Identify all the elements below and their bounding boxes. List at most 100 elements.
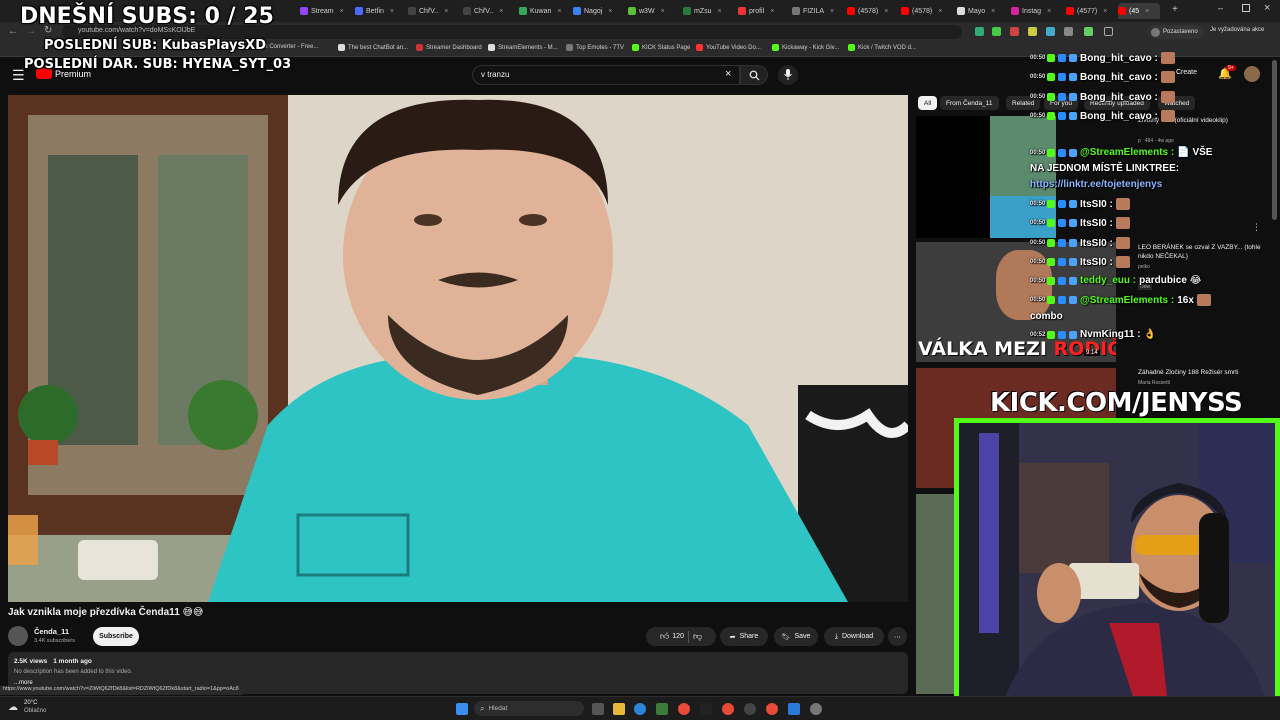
channel-avatar[interactable] (8, 626, 28, 646)
close-icon[interactable]: × (1103, 8, 1107, 15)
taskbar-search[interactable]: ⌕ Hledat (474, 701, 584, 716)
chip-all[interactable]: All (918, 96, 938, 110)
extension-icon[interactable] (1046, 27, 1055, 36)
search-input[interactable]: v tranzu × (472, 65, 740, 85)
browser-tab[interactable]: mZsu × (683, 3, 728, 19)
chat-username: Bong_hit_cavo : (1080, 110, 1158, 122)
chrome-icon[interactable] (766, 703, 778, 715)
close-icon[interactable]: × (991, 8, 995, 15)
back-icon[interactable]: ← (8, 26, 18, 37)
thumbnail-text-white: VÁLKA MEZI (918, 338, 1054, 360)
extension-icon[interactable] (992, 27, 1001, 36)
bookmark[interactable]: YouTube Video Do... (696, 44, 761, 51)
chat-timestamp: 00:50 (1030, 201, 1046, 207)
close-icon[interactable]: × (557, 8, 561, 15)
browser-tab[interactable]: (4578) × (901, 3, 946, 19)
chat-timestamp: 00:50 (1030, 297, 1046, 303)
share-button[interactable]: ➦ Share (720, 627, 768, 646)
close-icon[interactable]: × (499, 8, 503, 15)
extensions-icon[interactable] (1104, 27, 1113, 36)
browser-tab[interactable]: w3W × (628, 3, 673, 19)
bookmark[interactable]: Top Emotes - 7TV (566, 44, 624, 51)
video-player[interactable] (8, 95, 908, 602)
browser-tab[interactable]: Instag × (1011, 3, 1056, 19)
new-tab-icon[interactable]: + (1172, 4, 1178, 15)
browser-tab[interactable]: profil × (738, 3, 783, 19)
close-icon[interactable]: × (661, 8, 665, 15)
browser-tab[interactable]: ChřV.. × (408, 3, 453, 19)
browser-tab[interactable]: Betfin × (355, 3, 400, 19)
browser-tab[interactable]: Mayo × (957, 3, 1002, 19)
menu-icon[interactable]: ☰ (12, 67, 25, 84)
maximize-icon[interactable] (1242, 4, 1250, 12)
extension-icon[interactable] (975, 27, 984, 36)
terminal-icon[interactable] (700, 703, 712, 715)
obs-icon[interactable] (744, 703, 756, 715)
bookmark[interactable]: The best ChatBot an... (338, 44, 408, 51)
browser-tab[interactable]: Kuwan × (519, 3, 564, 19)
like-button[interactable]: 👍︎ 120 (660, 631, 684, 642)
close-icon[interactable]: × (1145, 8, 1149, 15)
extension-icon[interactable] (1010, 27, 1019, 36)
app-icon[interactable] (788, 703, 800, 715)
bookmark-label: KICK Status Page (642, 44, 691, 51)
browser-tab[interactable]: Stream × (300, 3, 348, 19)
weather-icon[interactable]: ☁ (8, 702, 18, 713)
tab-label: (45 (1129, 7, 1140, 15)
voice-search-button[interactable] (778, 65, 798, 85)
close-icon[interactable]: × (770, 8, 774, 15)
bookmark[interactable]: File Converter - Free... (258, 44, 318, 50)
extension-icon[interactable] (1084, 27, 1093, 36)
channel-name[interactable]: Čenda_11 (34, 627, 69, 636)
settings-icon[interactable] (810, 703, 822, 715)
more-options-icon[interactable]: ⋮ (1252, 222, 1261, 233)
page-scrollbar[interactable] (1272, 60, 1277, 220)
subscribe-button[interactable]: Subscribe (93, 627, 139, 646)
close-icon[interactable]: × (938, 8, 942, 15)
create-button[interactable]: Create (1176, 69, 1197, 76)
more-actions-button[interactable]: ⋯ (888, 627, 907, 646)
save-button[interactable]: 🔖︎ Save (774, 627, 818, 646)
extension-icon[interactable] (1028, 27, 1037, 36)
store-icon[interactable] (656, 703, 668, 715)
bookmark[interactable]: Kick / Twitch VOD d... (848, 44, 916, 51)
extension-icon[interactable] (1064, 27, 1073, 36)
clear-search-icon[interactable]: × (725, 68, 731, 80)
browser-tab[interactable]: (4577) × (1066, 3, 1111, 19)
close-icon[interactable]: × (830, 8, 834, 15)
bookmark[interactable]: Kickaway - Kick Giv... (772, 44, 839, 51)
file-explorer-icon[interactable] (613, 703, 625, 715)
close-icon[interactable]: × (444, 8, 448, 15)
start-icon[interactable] (456, 703, 468, 715)
window-close-icon[interactable]: × (1264, 2, 1270, 14)
browser-tab[interactable]: Nagoj × (573, 3, 618, 19)
search-button[interactable] (740, 65, 768, 85)
dislike-button[interactable]: 👎︎ (693, 631, 702, 642)
bookmark[interactable]: KICK Status Page (632, 44, 690, 51)
minimize-icon[interactable]: – (1218, 3, 1223, 13)
avatar[interactable] (1244, 66, 1260, 82)
chrome-icon[interactable] (722, 703, 734, 715)
browser-tab[interactable]: (4578) × (847, 3, 892, 19)
close-icon[interactable]: × (884, 8, 888, 15)
chat-message: NA JEDNOM MÍSTĚ LINKTREE: (1030, 163, 1179, 174)
close-icon[interactable]: × (390, 8, 394, 15)
browser-tab-active[interactable]: (45 × (1118, 3, 1160, 19)
close-icon[interactable]: × (1047, 8, 1051, 15)
chip-from-channel[interactable]: From Čenda_11 (940, 96, 999, 110)
close-icon[interactable]: × (718, 8, 722, 15)
action-required-label[interactable]: Je vyžadována akce (1210, 27, 1264, 33)
bookmark[interactable]: Streamer Dashboard (416, 44, 482, 51)
close-icon[interactable]: × (608, 8, 612, 15)
edge-icon[interactable] (634, 703, 646, 715)
chat-username: ItsSI0 : (1080, 217, 1113, 229)
download-button[interactable]: ⤓ Download (824, 627, 884, 646)
bookmark[interactable]: StreamElements - M... (488, 44, 558, 51)
tab-label: Nagoj (584, 7, 603, 15)
profile-button[interactable]: Pozastaveno (1148, 25, 1204, 39)
chrome-icon[interactable] (678, 703, 690, 715)
task-view-icon[interactable] (592, 703, 604, 715)
close-icon[interactable]: × (340, 8, 344, 15)
browser-tab[interactable]: FIZILA × (792, 3, 837, 19)
browser-tab[interactable]: ChřV.. × (463, 3, 508, 19)
